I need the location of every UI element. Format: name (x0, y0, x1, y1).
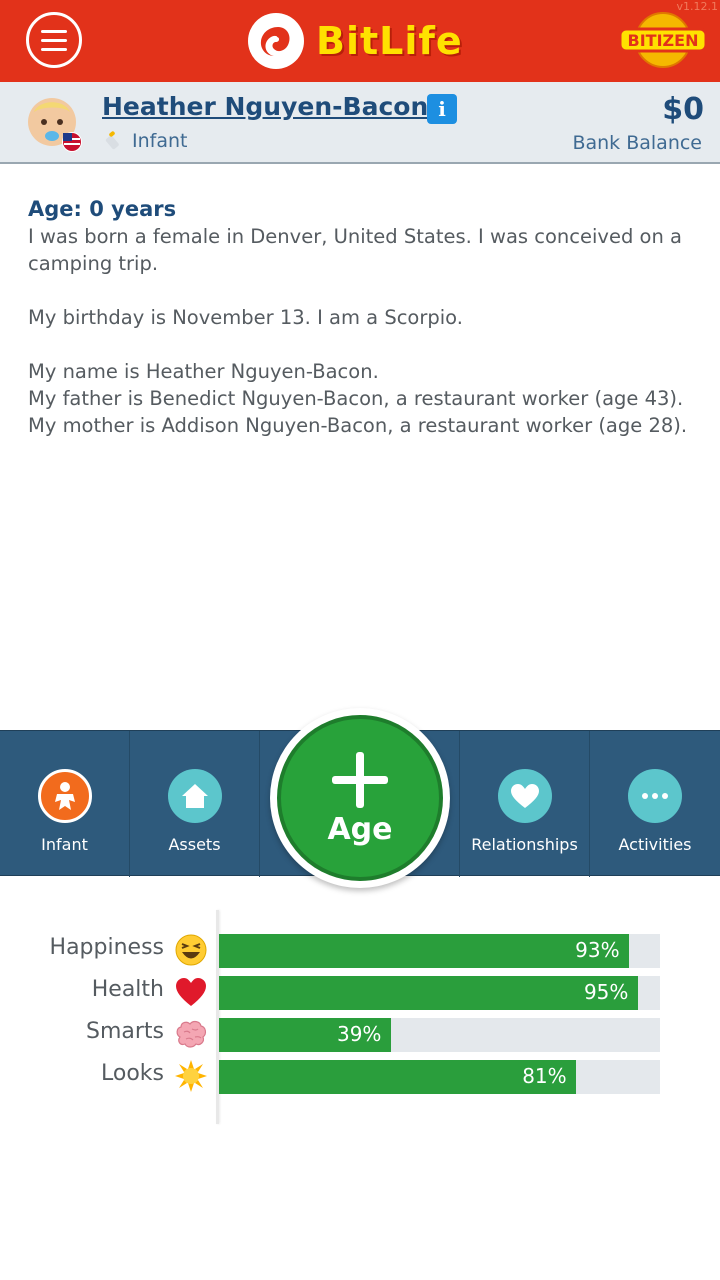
nav-relationships[interactable]: Relationships (460, 731, 590, 877)
story-line: My mother is Addison Nguyen-Bacon, a res… (28, 414, 688, 437)
stat-value: 95% (583, 980, 629, 1004)
sun-icon (175, 1060, 207, 1092)
bitizen-badge[interactable]: BITIZEN (618, 12, 708, 68)
life-story: Age: 0 years I was born a female in Denv… (28, 196, 700, 439)
stat-value: 81% (522, 1064, 567, 1088)
stat-bar: 81% (219, 1060, 660, 1094)
plus-icon (332, 751, 388, 808)
stat-bar-fill (219, 934, 630, 968)
story-line: My name is Heather Nguyen-Bacon. (28, 360, 379, 383)
age-button-label: Age (327, 811, 393, 847)
menu-button[interactable] (26, 12, 82, 68)
story-line: My father is Benedict Nguyen-Bacon, a re… (28, 387, 684, 410)
laughing-face-icon (175, 934, 207, 966)
story-line: I was born a female in Denver, United St… (28, 225, 682, 275)
stat-looks: Looks 81% (0, 1059, 720, 1095)
info-button[interactable]: i (427, 94, 457, 124)
stat-value: 39% (336, 1022, 382, 1046)
nav-activities[interactable]: Activities (590, 731, 720, 877)
dots-icon (628, 769, 682, 823)
bank-balance-label: Bank Balance (572, 132, 702, 154)
stat-happiness: Happiness 93% (0, 933, 720, 969)
story-line: My birthday is November 13. I am a Scorp… (28, 306, 463, 329)
nav-infant[interactable]: Infant (0, 731, 130, 877)
embryo-icon (248, 13, 304, 69)
stat-value: 93% (575, 938, 620, 962)
stat-bar: 95% (219, 976, 660, 1010)
stat-label: Happiness (49, 935, 164, 960)
heart-icon (497, 769, 552, 823)
character-name[interactable]: Heather Nguyen-Bacon (102, 92, 428, 121)
bitizen-label: BITIZEN (628, 31, 699, 50)
stat-smarts: Smarts 39% (0, 1017, 720, 1053)
stat-label: Smarts (85, 1019, 164, 1044)
nav-assets-label: Assets (168, 835, 221, 854)
baby-icon (37, 769, 92, 823)
profile-bar: Heather Nguyen-Bacon i Infant $0 Bank Ba… (0, 82, 720, 164)
house-icon (167, 769, 222, 823)
stat-health: Health 95% (0, 975, 720, 1011)
nav-activities-label: Activities (618, 835, 692, 854)
heart-icon (176, 978, 206, 1006)
age-heading: Age: 0 years (28, 197, 177, 221)
life-stage: Infant (102, 130, 187, 152)
menu-line-icon (41, 29, 67, 33)
age-button[interactable]: Age (270, 708, 450, 888)
nav-assets[interactable]: Assets (130, 731, 260, 877)
stat-bar: 39% (219, 1018, 660, 1052)
nav-relationships-label: Relationships (471, 835, 578, 854)
stat-bar-fill (219, 976, 638, 1010)
menu-line-icon (41, 47, 67, 51)
stat-label: Looks (101, 1061, 164, 1086)
stat-bar: 93% (219, 934, 660, 968)
menu-line-icon (41, 38, 67, 42)
brain-icon (176, 1020, 207, 1048)
app-logo: BitLife (248, 12, 463, 70)
life-stage-label: Infant (132, 130, 188, 152)
top-bar: BitLife v1.12.1 BITIZEN (0, 0, 720, 82)
bank-balance-value: $0 (662, 92, 704, 127)
app-name: BitLife (316, 19, 463, 63)
stat-label: Health (91, 977, 164, 1002)
baby-avatar[interactable] (24, 94, 84, 154)
bottle-icon (105, 131, 119, 150)
nav-infant-label: Infant (41, 835, 88, 854)
